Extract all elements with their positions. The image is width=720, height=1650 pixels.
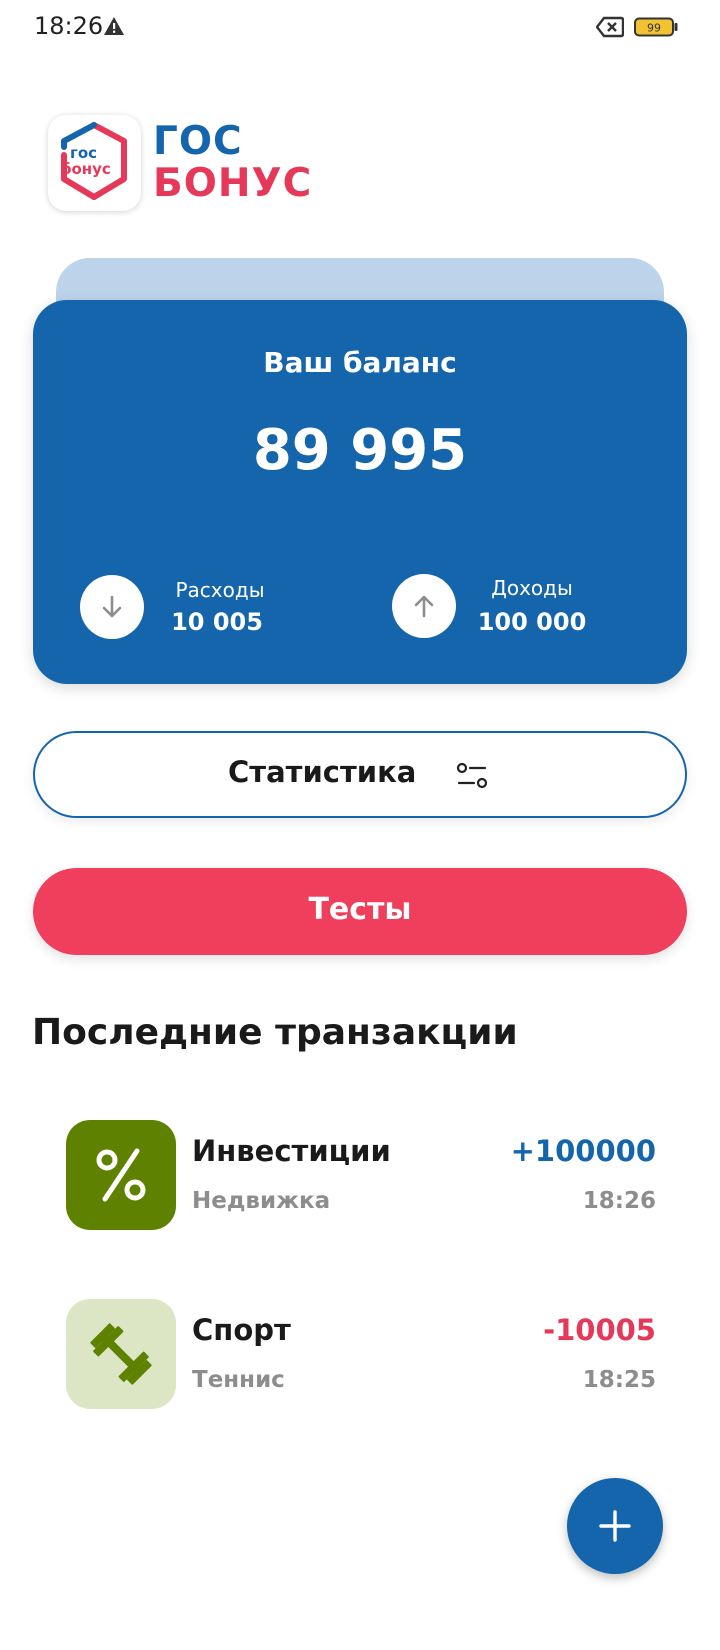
transaction-title: Инвестиции: [192, 1134, 391, 1168]
recent-transactions-title: Последние транзакции: [32, 1012, 518, 1053]
income-value: 100 000: [477, 608, 587, 636]
percent-icon: [66, 1120, 176, 1230]
expenses-value: 10 005: [171, 608, 263, 636]
transaction-amount: +100000: [510, 1134, 656, 1168]
status-time: 18:26: [34, 12, 104, 40]
income-label: Доходы: [491, 576, 573, 600]
plus-icon: [599, 1510, 631, 1542]
transaction-title: Спорт: [192, 1313, 291, 1347]
arrow-up-icon: [414, 595, 434, 618]
expenses-label: Расходы: [175, 578, 265, 602]
transaction-subtitle: Недвижка: [192, 1188, 331, 1214]
logo-word-bonus: БОНУС: [153, 161, 313, 206]
app-logo-badge: гос бонус: [48, 115, 141, 211]
dumbbell-icon: [66, 1299, 176, 1409]
balance-title: Ваш баланс: [263, 346, 457, 379]
transaction-subtitle: Теннис: [192, 1367, 285, 1393]
logo-word-gos: ГОС: [153, 119, 243, 164]
no-sim-icon: [596, 16, 624, 38]
filter-sliders-icon: [456, 762, 488, 789]
battery-icon: 99: [634, 17, 678, 37]
transaction-time: 18:26: [582, 1188, 656, 1214]
battery-level: 99: [647, 22, 661, 35]
statistics-label: Статистика: [228, 755, 417, 789]
arrow-down-icon: [102, 595, 122, 618]
transaction-time: 18:25: [582, 1367, 656, 1393]
warning-icon: [104, 17, 124, 35]
tests-label: Тесты: [308, 892, 412, 927]
balance-amount: 89 995: [252, 418, 468, 483]
logo-badge-line2: бонус: [61, 160, 111, 178]
add-transaction-button[interactable]: [567, 1478, 663, 1574]
transaction-amount: -10005: [543, 1313, 656, 1347]
